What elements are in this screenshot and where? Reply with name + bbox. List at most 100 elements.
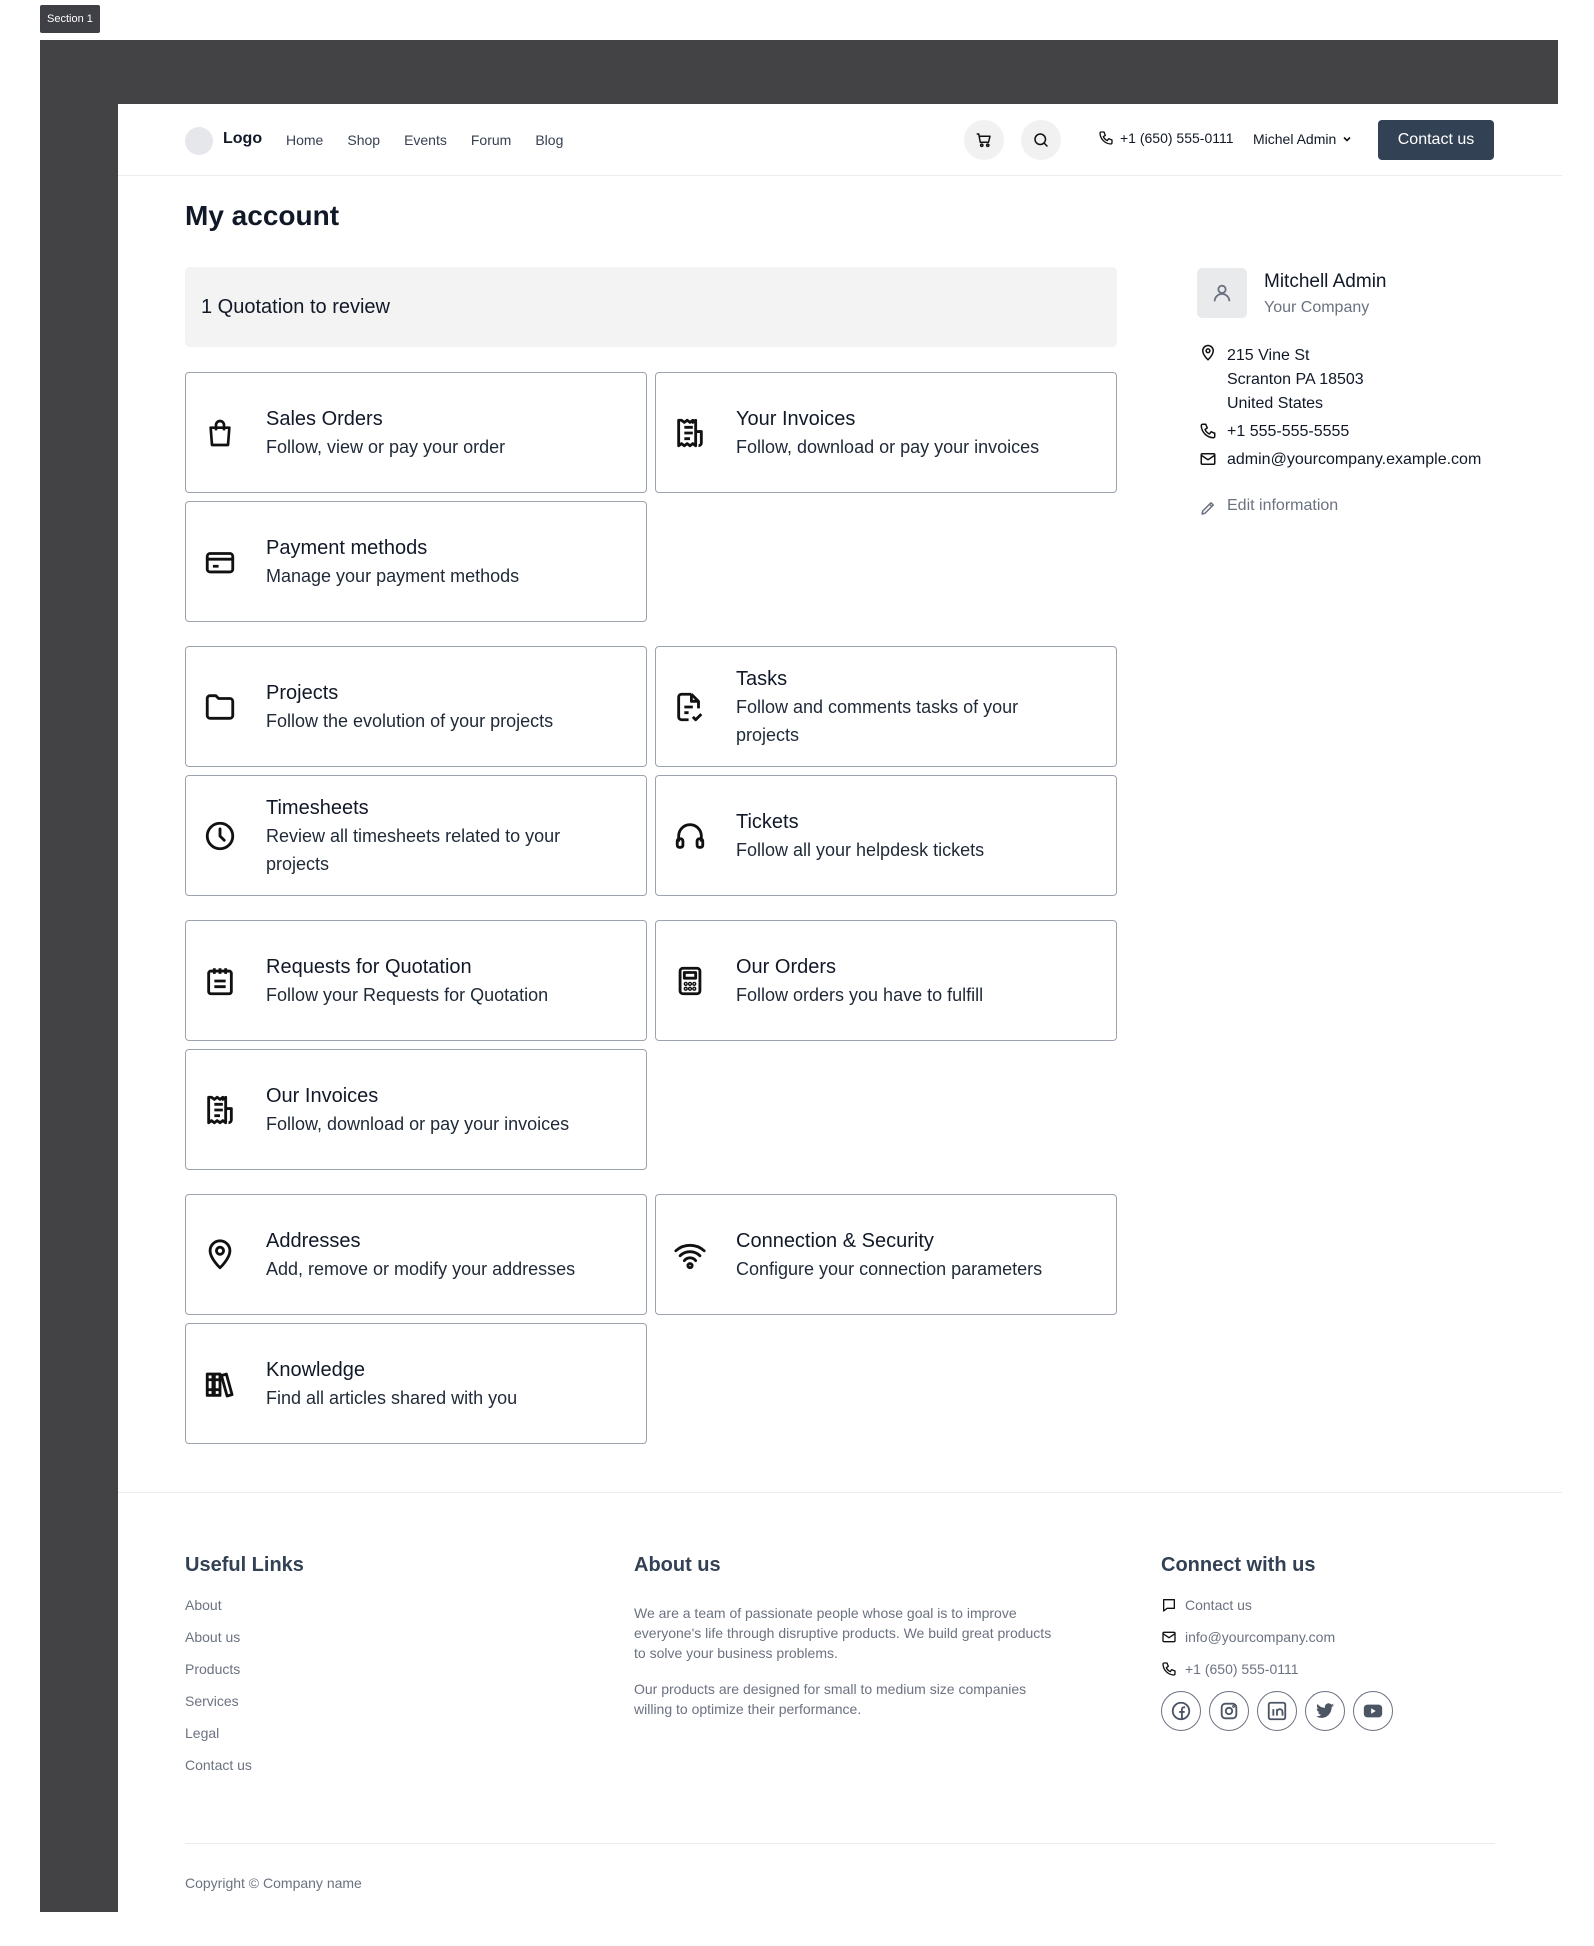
footer-useful-links-title: Useful Links: [185, 1554, 304, 1576]
card-desc: Follow the evolution of your projects: [266, 710, 554, 731]
card-title: Requests for Quotation: [266, 955, 472, 978]
cart-button[interactable]: [964, 120, 1004, 160]
user-menu-label: Michel Admin: [1253, 131, 1337, 147]
youtube-button[interactable]: [1353, 1691, 1393, 1731]
card-title: Our Orders: [736, 955, 837, 978]
nav-forum[interactable]: Forum: [471, 132, 511, 148]
footer-phone-link[interactable]: +1 (650) 555-0111: [1161, 1661, 1299, 1677]
footer-phone-text: +1 (650) 555-0111: [1185, 1661, 1299, 1677]
profile-company: Your Company: [1264, 299, 1370, 316]
map-pin-icon: [202, 1237, 238, 1273]
card-desc: Find all articles shared with you: [266, 1387, 518, 1408]
folder-icon: [202, 689, 238, 725]
card-desc: Follow and comments tasks of your projec…: [736, 696, 1019, 745]
card-timesheets[interactable]: Timesheets Review all timesheets related …: [185, 775, 647, 896]
chat-icon: [1163, 1599, 1175, 1612]
card-your-invoices[interactable]: Your Invoices Follow, download or pay you…: [655, 372, 1117, 493]
card-desc: Follow orders you have to fulfill: [736, 984, 984, 1005]
quotation-banner[interactable]: 1 Quotation to review: [185, 267, 1117, 347]
card-desc: Follow, view or pay your order: [266, 436, 506, 457]
edit-information-link[interactable]: Edit information: [1227, 497, 1338, 515]
nav-blog[interactable]: Blog: [535, 132, 563, 148]
card-projects[interactable]: Projects Follow the evolution of your pro…: [185, 646, 647, 767]
phone-icon: [1099, 131, 1113, 145]
credit-card-icon: [202, 544, 238, 580]
twitter-button[interactable]: [1305, 1691, 1345, 1731]
contact-us-button[interactable]: Contact us: [1378, 120, 1494, 160]
profile-email: admin@yourcompany.example.com: [1227, 451, 1482, 468]
footer-link-about[interactable]: About: [185, 1597, 222, 1613]
profile-address-line: Scranton PA 18503: [1227, 371, 1364, 388]
search-icon: [1034, 133, 1048, 147]
twitter-icon: [1315, 1703, 1335, 1718]
card-desc: Configure your connection parameters: [736, 1258, 1043, 1279]
card-payment-methods[interactable]: Payment methods Manage your payment metho…: [185, 501, 647, 622]
card-connection-security[interactable]: Connection & Security Configure your conn…: [655, 1194, 1117, 1315]
footer-link-products[interactable]: Products: [185, 1661, 240, 1677]
footer-email-text: info@yourcompany.com: [1185, 1629, 1336, 1645]
footer-link-legal[interactable]: Legal: [185, 1725, 219, 1741]
footer-contact-text: Contact us: [1185, 1597, 1252, 1613]
card-title: Timesheets: [266, 796, 369, 819]
nav-home[interactable]: Home: [286, 132, 323, 148]
shopping-bag-icon: [202, 415, 238, 451]
card-requests-for-quotation[interactable]: Requests for Quotation Follow your Reques…: [185, 920, 647, 1041]
footer-email-link[interactable]: info@yourcompany.com: [1161, 1629, 1335, 1645]
page-title: My account: [185, 200, 340, 231]
logo-icon[interactable]: [185, 127, 213, 155]
card-desc: Follow all your helpdesk tickets: [736, 839, 985, 860]
user-menu[interactable]: Michel Admin: [1253, 131, 1352, 147]
phone-icon: [1162, 1662, 1176, 1676]
instagram-button[interactable]: [1209, 1691, 1249, 1731]
books-icon: [202, 1366, 238, 1402]
card-desc: Follow, download or pay your invoices: [266, 1113, 570, 1134]
card-desc: Add, remove or modify your addresses: [266, 1258, 576, 1279]
footer-link-about-us[interactable]: About us: [185, 1629, 240, 1645]
card-tasks[interactable]: Tasks Follow and comments tasks of your p…: [655, 646, 1117, 767]
section-tag: Section 1: [40, 5, 100, 33]
search-button[interactable]: [1021, 120, 1061, 160]
footer-divider: [118, 1492, 1562, 1493]
card-tickets[interactable]: Tickets Follow all your helpdesk tickets: [655, 775, 1117, 896]
profile-address-line: United States: [1227, 395, 1324, 412]
card-title: Knowledge: [266, 1358, 365, 1381]
profile-address-line: 215 Vine St: [1227, 347, 1310, 364]
instagram-icon: [1220, 1702, 1238, 1720]
card-title: Tickets: [736, 810, 799, 833]
card-title: Tasks: [736, 667, 788, 690]
page: Logo Home Shop Events Forum Blog +1 (650…: [118, 104, 1562, 1922]
logo-text[interactable]: Logo: [223, 130, 262, 148]
main-nav: Home Shop Events Forum Blog: [286, 132, 563, 148]
card-addresses[interactable]: Addresses Add, remove or modify your addr…: [185, 1194, 647, 1315]
linkedin-button[interactable]: [1257, 1691, 1297, 1731]
quotation-banner-text: 1 Quotation to review: [201, 295, 390, 318]
card-title: Addresses: [266, 1229, 361, 1252]
notepad-icon: [202, 963, 238, 999]
card-knowledge[interactable]: Knowledge Find all articles shared with y…: [185, 1323, 647, 1444]
map-pin-icon: [1201, 344, 1215, 361]
card-our-invoices[interactable]: Our Invoices Follow, download or pay your…: [185, 1049, 647, 1170]
editor-frame: Logo Home Shop Events Forum Blog +1 (650…: [40, 40, 1562, 1922]
receipt-icon: [672, 415, 708, 451]
footer-link-contact-us[interactable]: Contact us: [185, 1757, 252, 1773]
card-title: Sales Orders: [266, 407, 383, 430]
card-title: Our Invoices: [266, 1084, 379, 1107]
footer-about-text: We are a team of passionate people whose…: [634, 1605, 1052, 1661]
header-phone[interactable]: +1 (650) 555-0111: [1098, 130, 1234, 146]
footer-contact-link[interactable]: Contact us: [1161, 1597, 1252, 1613]
card-sales-orders[interactable]: Sales Orders Follow, view or pay your ord…: [185, 372, 647, 493]
youtube-icon: [1363, 1704, 1383, 1718]
footer-link-services[interactable]: Services: [185, 1693, 239, 1709]
linkedin-icon: [1267, 1701, 1287, 1721]
nav-events[interactable]: Events: [404, 132, 447, 148]
card-our-orders[interactable]: Our Orders Follow orders you have to fulf…: [655, 920, 1117, 1041]
headphones-icon: [672, 818, 708, 854]
footer-about-text: Our products are designed for small to m…: [634, 1681, 1027, 1717]
card-title: Your Invoices: [736, 407, 856, 430]
footer-connect-title: Connect with us: [1161, 1554, 1316, 1576]
site-header: Logo Home Shop Events Forum Blog +1 (650…: [118, 104, 1562, 176]
nav-shop[interactable]: Shop: [347, 132, 380, 148]
card-title: Payment methods: [266, 536, 428, 559]
facebook-button[interactable]: [1161, 1691, 1201, 1731]
calculator-icon: [672, 963, 708, 999]
